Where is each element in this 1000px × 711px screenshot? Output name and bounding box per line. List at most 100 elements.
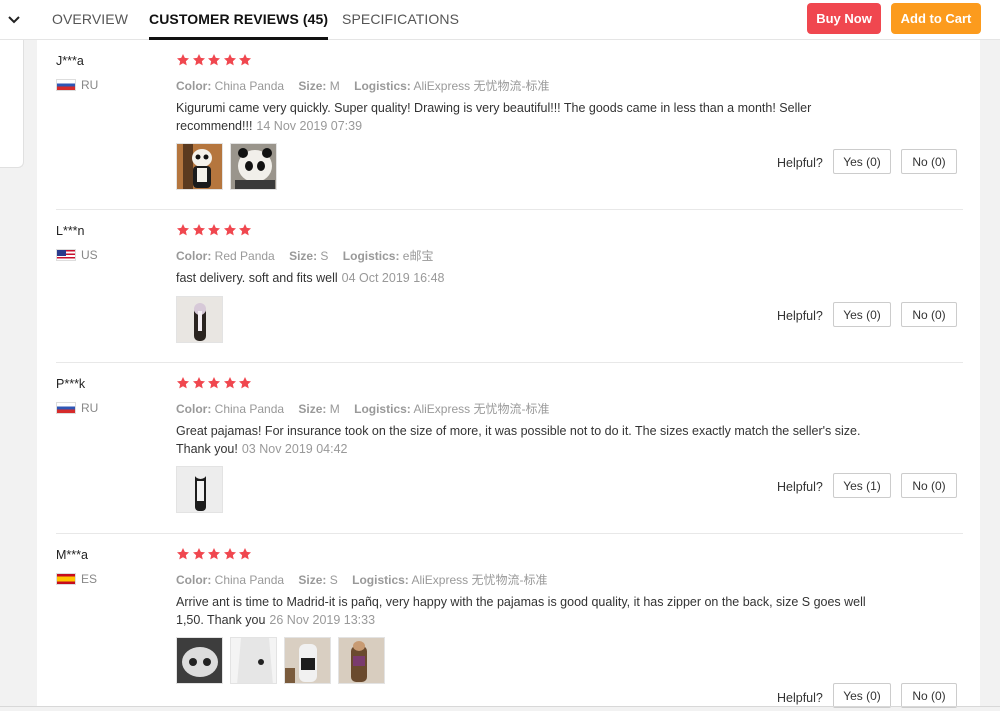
review-meta: Color: Red Panda Size: S Logistics: e邮宝 bbox=[176, 247, 444, 264]
review-photos bbox=[176, 143, 284, 190]
color-label: Color: bbox=[176, 402, 212, 416]
logistics-value: e邮宝 bbox=[402, 249, 434, 263]
country-code: RU bbox=[81, 78, 99, 92]
logistics-label: Logistics: bbox=[354, 79, 411, 93]
star-icon bbox=[223, 376, 238, 391]
country-code: US bbox=[81, 248, 98, 262]
color-value: Red Panda bbox=[214, 249, 275, 263]
helpful-yes-button[interactable]: Yes (1) bbox=[833, 473, 891, 498]
chevron-down-icon[interactable] bbox=[4, 10, 24, 30]
star-icon bbox=[192, 223, 207, 238]
reviewer-name: L***n bbox=[56, 224, 85, 238]
star-rating bbox=[176, 223, 254, 238]
logistics-label: Logistics: bbox=[352, 573, 409, 587]
tab-overview[interactable]: OVERVIEW bbox=[52, 11, 128, 27]
color-label: Color: bbox=[176, 573, 212, 587]
review-photos bbox=[176, 637, 392, 684]
review-text: Great pajamas! For insurance took on the… bbox=[176, 423, 876, 458]
star-icon bbox=[192, 547, 207, 562]
review-text: Arrive ant is time to Madrid-it is pañq,… bbox=[176, 594, 876, 629]
helpful-yes-button[interactable]: Yes (0) bbox=[833, 683, 891, 708]
review-item: J***a RU Color: China Panda Size: M Logi… bbox=[37, 40, 980, 210]
review-photo[interactable] bbox=[230, 143, 277, 190]
buy-now-button[interactable]: Buy Now bbox=[807, 3, 881, 34]
star-icon bbox=[207, 53, 222, 68]
helpful-no-button[interactable]: No (0) bbox=[901, 473, 957, 498]
star-icon bbox=[192, 53, 207, 68]
reviewer-country: US bbox=[56, 248, 98, 262]
sidebar-stub bbox=[0, 40, 24, 168]
review-photo[interactable] bbox=[230, 637, 277, 684]
helpful-yes-button[interactable]: Yes (0) bbox=[833, 149, 891, 174]
country-code: RU bbox=[81, 401, 99, 415]
star-rating bbox=[176, 547, 254, 562]
review-date: 14 Nov 2019 07:39 bbox=[256, 118, 363, 133]
logistics-value: AliExpress 无忧物流-标准 bbox=[411, 573, 548, 587]
helpful-label: Helpful? bbox=[777, 156, 823, 170]
review-photo[interactable] bbox=[284, 637, 331, 684]
review-photos bbox=[176, 466, 230, 513]
color-label: Color: bbox=[176, 79, 212, 93]
size-label: Size: bbox=[289, 249, 318, 263]
star-icon bbox=[176, 376, 191, 391]
reviewer-name: M***a bbox=[56, 548, 88, 562]
review-meta: Color: China Panda Size: M Logistics: Al… bbox=[176, 77, 560, 94]
tab-customer-reviews[interactable]: CUSTOMER REVIEWS (45) bbox=[149, 11, 329, 40]
star-icon bbox=[238, 53, 253, 68]
add-to-cart-button[interactable]: Add to Cart bbox=[891, 3, 981, 34]
review-photos bbox=[176, 296, 230, 343]
size-value: S bbox=[320, 249, 329, 263]
color-value: China Panda bbox=[214, 573, 285, 587]
star-icon bbox=[238, 223, 253, 238]
helpful-no-button[interactable]: No (0) bbox=[901, 149, 957, 174]
star-rating bbox=[176, 53, 254, 68]
tab-specifications[interactable]: SPECIFICATIONS bbox=[342, 11, 459, 27]
size-label: Size: bbox=[298, 402, 327, 416]
review-body: fast delivery. soft and fits well bbox=[176, 271, 338, 285]
reviewer-country: RU bbox=[56, 78, 98, 92]
review-photo[interactable] bbox=[176, 296, 223, 343]
star-icon bbox=[207, 223, 222, 238]
review-photo[interactable] bbox=[176, 466, 223, 513]
reviews-panel: J***a RU Color: China Panda Size: M Logi… bbox=[37, 40, 980, 708]
reviewer-country: ES bbox=[56, 572, 97, 586]
review-photo[interactable] bbox=[338, 637, 385, 684]
russia-flag-icon bbox=[56, 402, 76, 414]
star-rating bbox=[176, 376, 254, 391]
reviewer-name: J***a bbox=[56, 54, 84, 68]
star-icon bbox=[207, 376, 222, 391]
size-value: M bbox=[329, 402, 340, 416]
helpful-yes-button[interactable]: Yes (0) bbox=[833, 302, 891, 327]
usa-flag-icon bbox=[56, 249, 76, 261]
review-meta: Color: China Panda Size: S Logistics: Al… bbox=[176, 571, 558, 588]
size-value: M bbox=[329, 79, 340, 93]
color-label: Color: bbox=[176, 249, 212, 263]
helpful-no-button[interactable]: No (0) bbox=[901, 683, 957, 708]
star-icon bbox=[223, 547, 238, 562]
size-label: Size: bbox=[298, 573, 327, 587]
helpful-label: Helpful? bbox=[777, 480, 823, 494]
logistics-label: Logistics: bbox=[354, 402, 411, 416]
review-date: 26 Nov 2019 13:33 bbox=[269, 612, 376, 627]
star-icon bbox=[176, 547, 191, 562]
review-text: Kigurumi came very quickly. Super qualit… bbox=[176, 100, 876, 135]
review-text: fast delivery. soft and fits well 04 Oct … bbox=[176, 270, 876, 288]
star-icon bbox=[192, 376, 207, 391]
size-label: Size: bbox=[298, 79, 327, 93]
star-icon bbox=[207, 547, 222, 562]
star-icon bbox=[176, 53, 191, 68]
size-value: S bbox=[329, 573, 338, 587]
review-photo[interactable] bbox=[176, 637, 223, 684]
star-icon bbox=[176, 223, 191, 238]
page-bottom-border bbox=[0, 706, 1000, 707]
review-photo[interactable] bbox=[176, 143, 223, 190]
logistics-value: AliExpress 无忧物流-标准 bbox=[413, 79, 550, 93]
russia-flag-icon bbox=[56, 79, 76, 91]
star-icon bbox=[238, 547, 253, 562]
color-value: China Panda bbox=[214, 79, 285, 93]
helpful-label: Helpful? bbox=[777, 309, 823, 323]
reviewer-country: RU bbox=[56, 401, 98, 415]
helpful-no-button[interactable]: No (0) bbox=[901, 302, 957, 327]
color-value: China Panda bbox=[214, 402, 285, 416]
star-icon bbox=[238, 376, 253, 391]
